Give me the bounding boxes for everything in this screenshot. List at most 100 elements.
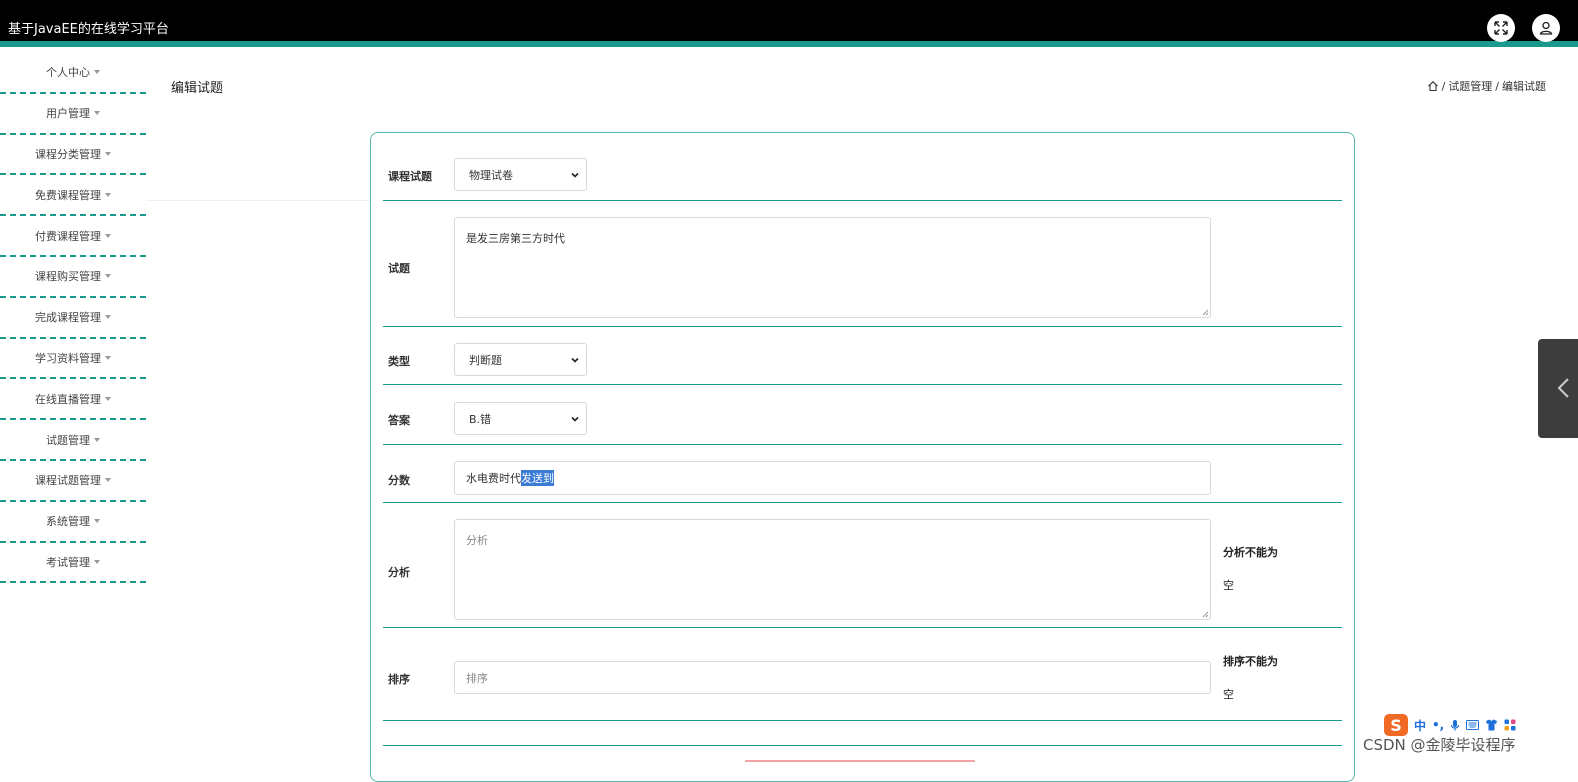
sidebar-item-label: 试题管理 bbox=[46, 433, 90, 447]
caret-down-icon bbox=[94, 111, 100, 116]
sidebar-item-label: 课程购买管理 bbox=[35, 270, 101, 284]
sidebar-item-study-materials[interactable]: 学习资料管理 bbox=[0, 339, 146, 380]
order-placeholder: 排序 bbox=[466, 671, 488, 685]
sidebar-item-users[interactable]: 用户管理 bbox=[0, 94, 146, 135]
caret-down-icon bbox=[105, 478, 111, 483]
answer-select[interactable]: B.错 bbox=[454, 402, 587, 435]
question-textarea[interactable]: 是发三房第三方时代 bbox=[454, 217, 1211, 318]
home-icon[interactable] bbox=[1427, 80, 1439, 92]
microphone-icon[interactable] bbox=[1450, 719, 1460, 731]
caret-down-icon bbox=[94, 437, 100, 442]
course-exam-label: 课程试题 bbox=[388, 170, 432, 183]
form-row-course-exam: 课程试题 物理试卷 bbox=[383, 133, 1342, 201]
sidebar-item-questions[interactable]: 试题管理 bbox=[0, 420, 146, 461]
breadcrumb-item[interactable]: 试题管理 bbox=[1448, 78, 1492, 94]
sidebar-item-label: 学习资料管理 bbox=[35, 351, 101, 365]
question-label: 试题 bbox=[388, 262, 410, 275]
course-exam-value: 物理试卷 bbox=[469, 168, 513, 182]
divider bbox=[146, 200, 370, 201]
score-value: 水电费时代 bbox=[466, 472, 521, 485]
caret-down-icon bbox=[105, 192, 111, 197]
breadcrumb-current: 编辑试题 bbox=[1502, 80, 1546, 93]
answer-label: 答案 bbox=[388, 414, 410, 427]
sidebar-item-course-category[interactable]: 课程分类管理 bbox=[0, 135, 146, 176]
analysis-error-line1: 分析不能为 bbox=[1223, 546, 1278, 559]
form-row-actions bbox=[383, 721, 1342, 746]
sidebar-item-label: 完成课程管理 bbox=[35, 311, 101, 325]
user-button[interactable] bbox=[1532, 14, 1560, 42]
analysis-error-line2: 空 bbox=[1223, 579, 1234, 592]
resize-grip-icon[interactable] bbox=[1201, 610, 1209, 618]
sidebar-item-personal-center[interactable]: 个人中心 bbox=[0, 53, 146, 94]
sidebar-item-paid-courses[interactable]: 付费课程管理 bbox=[0, 216, 146, 257]
keyboard-icon[interactable] bbox=[1466, 720, 1480, 730]
sidebar-item-course-questions[interactable]: 课程试题管理 bbox=[0, 461, 146, 502]
type-value: 判断题 bbox=[469, 353, 502, 367]
caret-down-icon bbox=[94, 559, 100, 564]
type-select[interactable]: 判断题 bbox=[454, 343, 587, 376]
apps-grid-icon[interactable] bbox=[1504, 719, 1516, 731]
form-row-order: 排序 排序 排序不能为 空 bbox=[383, 628, 1342, 721]
side-panel-toggle[interactable] bbox=[1538, 339, 1578, 438]
caret-down-icon bbox=[105, 274, 111, 279]
form-row-question: 试题 是发三房第三方时代 bbox=[383, 201, 1342, 327]
score-label: 分数 bbox=[388, 474, 410, 487]
ime-punct[interactable]: •, bbox=[1432, 718, 1444, 732]
sidebar-item-label: 在线直播管理 bbox=[35, 392, 101, 406]
edit-question-form: 课程试题 物理试卷 试题 是发三房第三方时代 类型 判断题 答案 B.错 分数 … bbox=[370, 132, 1355, 782]
sidebar-item-label: 课程分类管理 bbox=[35, 147, 101, 161]
submit-button[interactable] bbox=[745, 760, 975, 768]
skin-icon[interactable] bbox=[1485, 719, 1498, 731]
sidebar: 个人中心 用户管理 课程分类管理 免费课程管理 付费课程管理 课程购买管理 完成… bbox=[0, 53, 146, 584]
answer-value: B.错 bbox=[469, 412, 492, 426]
top-bar: 基于JavaEE的在线学习平台 bbox=[0, 0, 1578, 47]
score-input[interactable]: 水电费时代 发送到 bbox=[454, 461, 1211, 495]
order-error-line1: 排序不能为 bbox=[1223, 655, 1278, 668]
sidebar-item-course-purchase[interactable]: 课程购买管理 bbox=[0, 257, 146, 298]
chevron-down-icon bbox=[571, 172, 579, 178]
score-selected-text: 发送到 bbox=[521, 470, 554, 486]
sidebar-item-free-courses[interactable]: 免费课程管理 bbox=[0, 175, 146, 217]
form-row-analysis: 分析 分析 分析不能为 空 bbox=[383, 503, 1342, 628]
sidebar-item-label: 系统管理 bbox=[46, 515, 90, 529]
watermark: CSDN @金陵毕设程序 bbox=[1363, 736, 1516, 754]
sidebar-item-label: 考试管理 bbox=[46, 555, 90, 569]
caret-down-icon bbox=[94, 519, 100, 524]
chevron-down-icon bbox=[571, 357, 579, 363]
resize-grip-icon[interactable] bbox=[1201, 308, 1209, 316]
user-icon bbox=[1539, 21, 1553, 35]
analysis-placeholder: 分析 bbox=[466, 534, 488, 547]
sidebar-item-system[interactable]: 系统管理 bbox=[0, 502, 146, 543]
app-title: 基于JavaEE的在线学习平台 bbox=[8, 22, 169, 37]
sidebar-item-live-streams[interactable]: 在线直播管理 bbox=[0, 379, 146, 421]
fullscreen-icon bbox=[1494, 21, 1508, 35]
chevron-left-icon bbox=[1557, 378, 1569, 398]
ime-lang[interactable]: 中 bbox=[1414, 717, 1426, 734]
course-exam-select[interactable]: 物理试卷 bbox=[454, 158, 587, 191]
sidebar-item-label: 免费课程管理 bbox=[35, 188, 101, 202]
form-row-score: 分数 水电费时代 发送到 bbox=[383, 445, 1342, 503]
order-input[interactable]: 排序 bbox=[454, 661, 1211, 694]
order-error-line2: 空 bbox=[1223, 688, 1234, 701]
caret-down-icon bbox=[105, 315, 111, 320]
sidebar-item-exams[interactable]: 考试管理 bbox=[0, 543, 146, 584]
breadcrumb-separator: / bbox=[1441, 79, 1446, 93]
breadcrumb: / 试题管理 / 编辑试题 bbox=[1427, 78, 1546, 94]
form-row-type: 类型 判断题 bbox=[383, 327, 1342, 385]
analysis-textarea[interactable]: 分析 bbox=[454, 519, 1211, 620]
fullscreen-button[interactable] bbox=[1487, 14, 1515, 42]
analysis-label: 分析 bbox=[388, 566, 410, 579]
caret-down-icon bbox=[105, 233, 111, 238]
type-label: 类型 bbox=[388, 355, 410, 368]
sidebar-item-label: 付费课程管理 bbox=[35, 229, 101, 243]
chevron-down-icon bbox=[571, 416, 579, 422]
caret-down-icon bbox=[105, 151, 111, 156]
sidebar-item-label: 个人中心 bbox=[46, 66, 90, 80]
breadcrumb-separator: / bbox=[1495, 79, 1499, 93]
sidebar-item-label: 课程试题管理 bbox=[35, 474, 101, 488]
order-error: 排序不能为 空 bbox=[1223, 645, 1278, 711]
sogou-logo: S bbox=[1384, 714, 1408, 736]
order-label: 排序 bbox=[388, 673, 410, 686]
sidebar-item-completed-courses[interactable]: 完成课程管理 bbox=[0, 298, 146, 339]
question-value: 是发三房第三方时代 bbox=[466, 232, 565, 245]
